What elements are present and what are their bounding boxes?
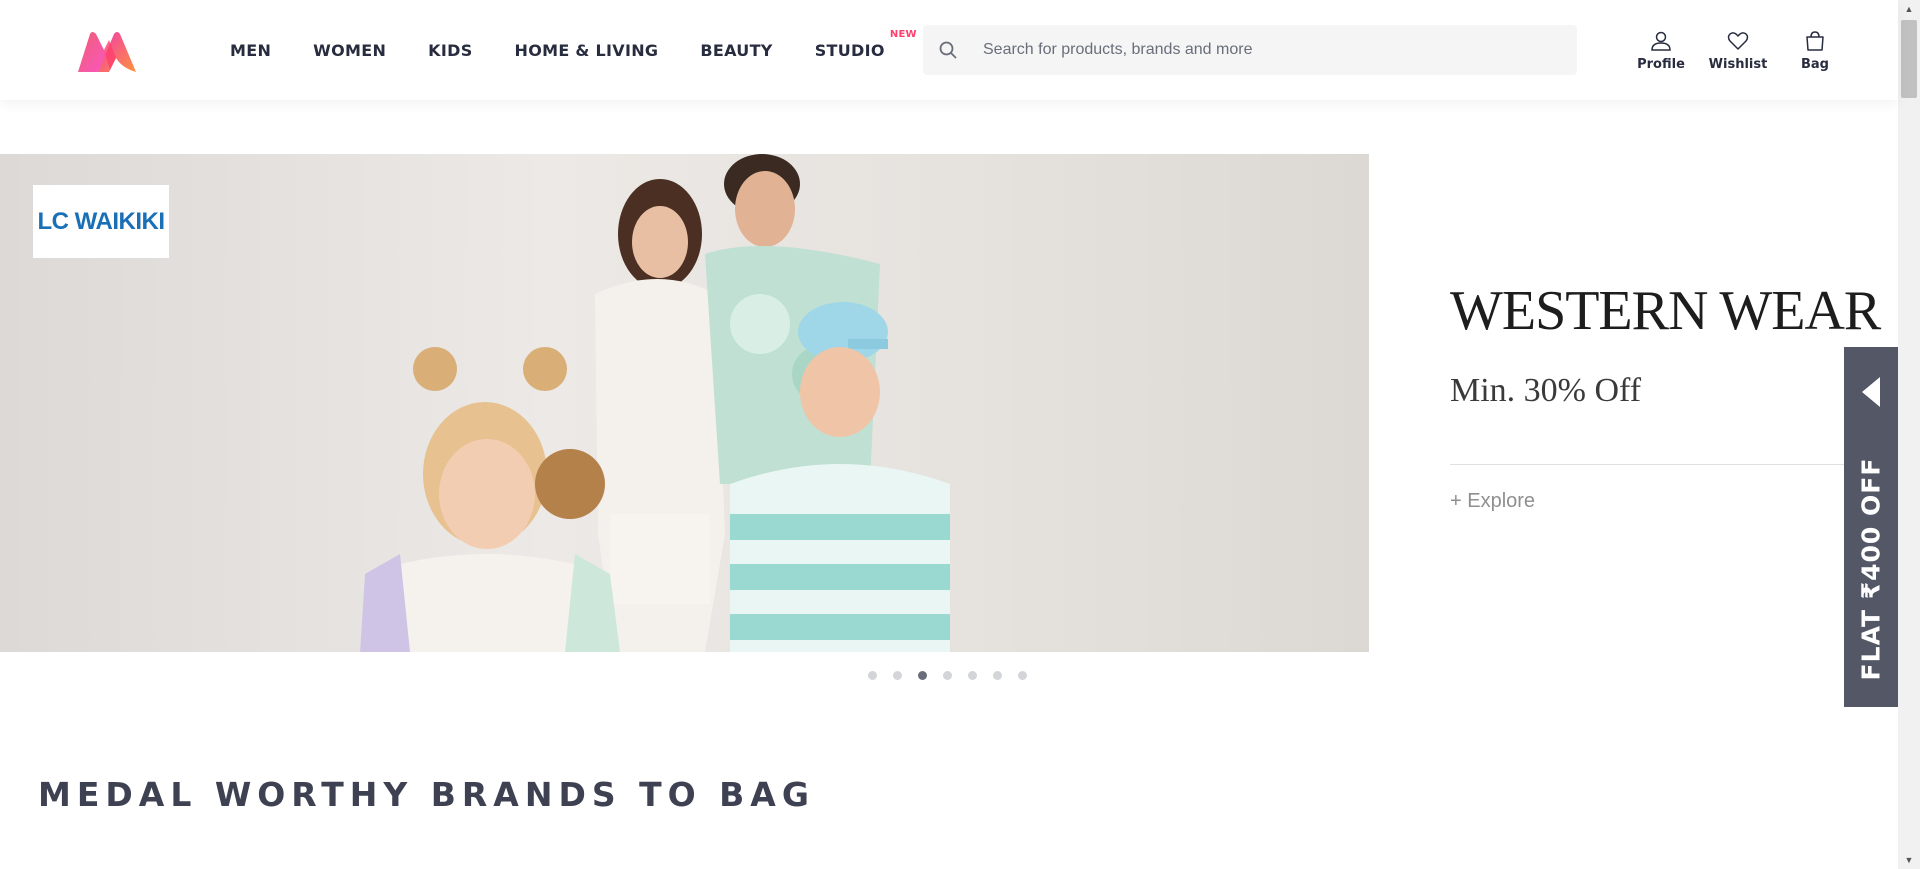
main-nav: MEN WOMEN KIDS HOME & LIVING BEAUTY STUD… xyxy=(230,0,927,100)
nav-studio[interactable]: STUDIO NEW xyxy=(815,29,917,60)
brand-logo-badge: LC WAIKIKI xyxy=(33,185,169,258)
caret-left-icon[interactable] xyxy=(1862,377,1880,407)
scroll-thumb[interactable] xyxy=(1901,20,1917,98)
myntra-logo[interactable] xyxy=(76,30,138,74)
carousel-dot[interactable] xyxy=(893,671,902,680)
section-heading: MEDAL WORTHY BRANDS TO BAG xyxy=(38,775,815,814)
search-bar[interactable] xyxy=(923,25,1577,75)
new-badge: NEW xyxy=(889,28,917,40)
nav-men[interactable]: MEN xyxy=(230,41,271,60)
family-photo xyxy=(360,154,950,652)
brand-name: LC WAIKIKI xyxy=(37,207,166,235)
profile-button[interactable]: Profile xyxy=(1624,0,1698,100)
bag-icon xyxy=(1806,30,1824,51)
wishlist-label: Wishlist xyxy=(1708,56,1768,72)
top-header: MEN WOMEN KIDS HOME & LIVING BEAUTY STUD… xyxy=(0,0,1898,100)
nav-kids[interactable]: KIDS xyxy=(428,41,472,60)
profile-icon xyxy=(1651,31,1671,51)
heart-icon xyxy=(1727,31,1749,50)
page-scrollbar[interactable]: ▲ ▼ xyxy=(1898,0,1920,869)
carousel-dot[interactable] xyxy=(968,671,977,680)
offer-label: FLAT ₹400 OFF xyxy=(1856,457,1886,681)
promo-subtitle: Min. 30% Off xyxy=(1450,372,1642,409)
explore-link[interactable]: + Explore xyxy=(1450,490,1535,513)
carousel-dot[interactable] xyxy=(868,671,877,680)
promo-title: WESTERN WEAR xyxy=(1450,280,1881,342)
carousel-dot[interactable] xyxy=(993,671,1002,680)
carousel-dot[interactable] xyxy=(943,671,952,680)
carousel-dot-active[interactable] xyxy=(918,671,927,680)
search-icon[interactable] xyxy=(923,25,973,75)
scroll-up-arrow-icon[interactable]: ▲ xyxy=(1898,0,1920,18)
wishlist-button[interactable]: Wishlist xyxy=(1701,0,1775,100)
carousel-dot[interactable] xyxy=(1018,671,1027,680)
promo-panel: WESTERN WEAR Min. 30% Off + Explore xyxy=(1450,154,1881,652)
hero-banner-image[interactable]: LC WAIKIKI xyxy=(0,154,1369,652)
scroll-down-arrow-icon[interactable]: ▼ xyxy=(1898,851,1920,869)
nav-beauty[interactable]: BEAUTY xyxy=(700,41,772,60)
carousel-dots xyxy=(868,671,1043,680)
header-actions: Profile Wishlist Bag xyxy=(1624,0,1855,100)
bag-button[interactable]: Bag xyxy=(1778,0,1852,100)
search-input[interactable] xyxy=(973,25,1577,75)
nav-women[interactable]: WOMEN xyxy=(313,41,386,60)
bag-label: Bag xyxy=(1801,56,1829,72)
promo-divider xyxy=(1450,464,1850,465)
profile-label: Profile xyxy=(1637,56,1685,72)
nav-home-living[interactable]: HOME & LIVING xyxy=(515,41,659,60)
flat-offer-tab[interactable]: FLAT ₹400 OFF xyxy=(1844,347,1898,707)
